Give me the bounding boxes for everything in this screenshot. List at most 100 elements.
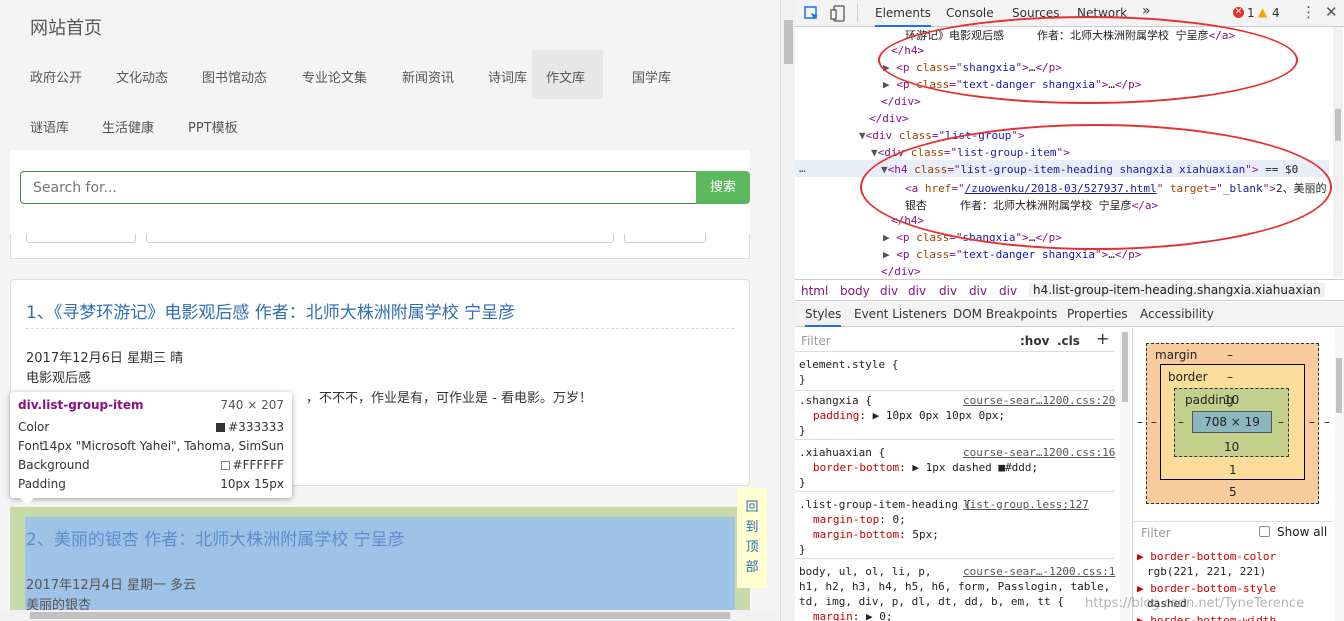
css-rule-selector[interactable]: .shangxia { xyxy=(799,394,872,407)
breadcrumb-item[interactable]: div xyxy=(999,284,1017,298)
search-button[interactable]: 搜索 xyxy=(696,171,750,204)
css-property-value: : 0; xyxy=(879,513,906,526)
dom-node-line[interactable]: </div> xyxy=(881,95,921,108)
error-count[interactable]: 1 xyxy=(1247,6,1255,20)
border-left-value: – xyxy=(1151,415,1157,429)
computed-property-name[interactable]: ▶ border-bottom-style xyxy=(1137,582,1276,595)
breadcrumb-item[interactable]: html xyxy=(801,284,828,298)
breadcrumb-item[interactable]: div xyxy=(908,284,926,298)
css-property[interactable]: border-bottom: ▶ 1px dashed ■#ddd; xyxy=(813,461,1038,474)
dom-node-line[interactable]: </div> xyxy=(869,112,909,125)
article-1-heading[interactable]: 1、《寻梦环游记》电影观后感 作者：北师大株洲附属学校 宁呈彦 xyxy=(26,298,515,323)
error-icon[interactable]: ✕ xyxy=(1233,7,1244,18)
css-property[interactable]: padding: ▶ 10px 0px 10px 0px; xyxy=(813,409,1005,422)
back-to-top-button[interactable]: 回到顶部 xyxy=(737,488,767,588)
show-all-label: Show all xyxy=(1277,525,1328,539)
nav-item[interactable]: 政府公开 xyxy=(30,67,82,86)
subtab-event-listeners[interactable]: Event Listeners xyxy=(854,307,947,321)
breadcrumb-item[interactable]: div xyxy=(880,284,898,298)
nav-item[interactable]: 诗词库 xyxy=(488,67,527,86)
css-rule-selector[interactable]: td, img, div, p, dl, dt, dd, b, em, tt { xyxy=(799,595,1064,608)
filter-input-partial[interactable] xyxy=(146,234,614,243)
subtab-styles[interactable]: Styles xyxy=(805,307,842,327)
nav-item[interactable]: 专业论文集 xyxy=(302,67,367,86)
nav-item[interactable]: PPT模板 xyxy=(188,117,238,136)
scroll-thumb[interactable] xyxy=(784,20,793,64)
nav-item[interactable]: 作文库 xyxy=(546,67,585,86)
rule-close: } xyxy=(799,476,806,489)
margin-right-value: – xyxy=(1324,415,1330,429)
css-rule-selector[interactable]: h1, h2, h3, h4, h5, h6, form, Passlogin,… xyxy=(799,580,1110,593)
site-title[interactable]: 网站首页 xyxy=(30,14,102,40)
hov-toggle[interactable]: :hov xyxy=(1020,334,1049,348)
css-property[interactable]: margin-bottom: 5px; xyxy=(813,528,939,541)
subtab-dom-breakpoints[interactable]: DOM Breakpoints xyxy=(953,307,1057,321)
filter-button-partial[interactable] xyxy=(624,234,706,243)
scroll-thumb[interactable] xyxy=(30,612,730,619)
page-vertical-scrollbar[interactable] xyxy=(780,0,795,621)
subtab-accessibility[interactable]: Accessibility xyxy=(1140,307,1214,321)
node-ellipsis[interactable]: … xyxy=(799,162,806,175)
dom-node-line[interactable]: </div> xyxy=(881,265,921,278)
breadcrumb-item[interactable]: h4.list-group-item-heading.shangxia.xiah… xyxy=(1029,283,1325,297)
css-property-name: margin-top xyxy=(813,513,880,526)
nav-item[interactable]: 国学库 xyxy=(632,67,671,86)
border-right-value: – xyxy=(1309,415,1315,429)
css-rule-source-link[interactable]: course-sear…-1200.css:1 xyxy=(963,565,1115,578)
warning-icon[interactable]: ▲ xyxy=(1258,5,1267,19)
nav-item[interactable]: 新闻资讯 xyxy=(402,67,454,86)
tab-console[interactable]: Console xyxy=(946,6,994,20)
nav-item[interactable]: 图书馆动态 xyxy=(202,67,267,86)
breadcrumb-item[interactable]: div xyxy=(969,284,987,298)
computed-property-name[interactable]: ▶ border-bottom-color xyxy=(1137,550,1276,563)
css-property[interactable]: margin: ▶ 0; xyxy=(813,610,893,621)
warning-count[interactable]: 4 xyxy=(1272,6,1280,20)
styles-scrollbar[interactable] xyxy=(1120,328,1130,621)
new-rule-icon[interactable]: + xyxy=(1096,329,1109,348)
tooltip-color-value: #333333 xyxy=(228,420,284,434)
rule-close: } xyxy=(799,424,806,437)
breadcrumb-item[interactable]: div xyxy=(939,284,957,298)
close-icon[interactable]: ✕ xyxy=(1325,3,1338,21)
kebab-menu-icon[interactable]: ⋮ xyxy=(1301,3,1316,21)
cls-toggle[interactable]: .cls xyxy=(1057,334,1080,348)
css-rule-source-link[interactable]: course-sear…1200.css:16 xyxy=(963,446,1115,459)
website-viewport: 网站首页 政府公开 文化动态 图书馆动态 专业论文集 新闻资讯 诗词库 作文库 国学库 谜语库… xyxy=(0,0,780,621)
tooltip-arrow xyxy=(20,498,34,505)
styles-filter-input[interactable]: Filter xyxy=(801,334,831,348)
subtab-properties[interactable]: Properties xyxy=(1067,307,1128,321)
nav-item[interactable]: 生活健康 xyxy=(102,117,154,136)
computed-property-name[interactable]: ▶ border-bottom-width xyxy=(1137,614,1276,621)
css-rule-selector[interactable]: .list-group-item-heading { xyxy=(799,498,971,511)
computed-scrollbar[interactable] xyxy=(1334,328,1344,621)
device-toolbar-icon[interactable] xyxy=(830,5,846,22)
filter-select-partial[interactable] xyxy=(26,234,136,243)
css-rule-source-link[interactable]: course-sear…1200.css:20 xyxy=(963,394,1115,407)
scroll-thumb[interactable] xyxy=(1122,332,1128,402)
show-all-checkbox[interactable] xyxy=(1259,526,1270,537)
nav-item[interactable]: 谜语库 xyxy=(30,117,69,136)
css-property[interactable]: margin-top: 0; xyxy=(813,513,906,526)
element-style-rule[interactable]: element.style { xyxy=(799,358,898,371)
css-rule-selector[interactable]: body, ul, ol, li, p, xyxy=(799,565,931,578)
css-property-name: margin xyxy=(813,610,853,621)
box-model-content[interactable]: 708 × 19 xyxy=(1192,411,1272,433)
tab-elements[interactable]: Elements xyxy=(875,6,931,27)
article-2-heading[interactable]: 2、美丽的银杏 作者：北师大株洲附属学校 宁呈彦 xyxy=(26,525,405,550)
nav-item[interactable]: 文化动态 xyxy=(116,67,168,86)
css-property-value: : 5px; xyxy=(899,528,939,541)
breadcrumb-item[interactable]: body xyxy=(840,284,870,298)
css-rule-selector[interactable]: .xiahuaxian { xyxy=(799,446,885,459)
css-rule-source-link[interactable]: list-group.less:127 xyxy=(963,498,1089,511)
computed-filter-input[interactable]: Filter xyxy=(1141,526,1171,540)
horizontal-scrollbar[interactable] xyxy=(0,610,780,621)
article-1-subtitle: 电影观后感 xyxy=(26,371,92,386)
scroll-thumb[interactable] xyxy=(1335,109,1341,141)
css-property-name: border-bottom xyxy=(813,461,900,474)
scroll-thumb[interactable] xyxy=(1336,358,1342,413)
dom-scrollbar[interactable] xyxy=(1333,27,1343,277)
computed-property-value: rgb(221, 221, 221) xyxy=(1147,565,1267,578)
search-input[interactable] xyxy=(20,171,697,204)
inspect-element-icon[interactable] xyxy=(804,6,820,22)
article-1-date: 2017年12月6日 星期三 晴 xyxy=(26,351,184,366)
